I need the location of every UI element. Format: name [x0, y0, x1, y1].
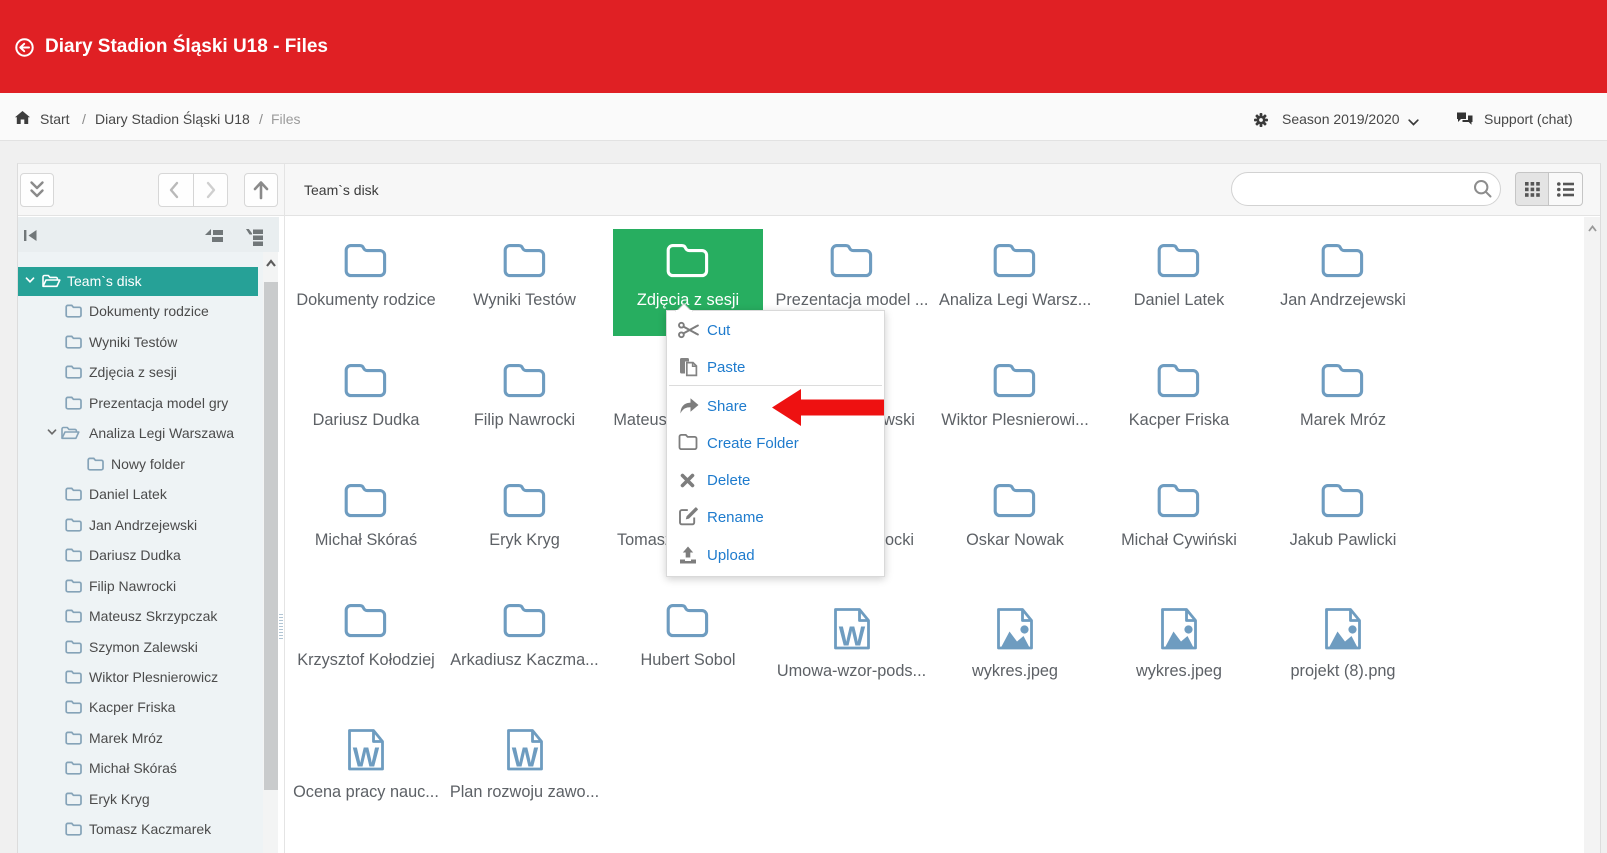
svg-text:W: W [511, 742, 538, 773]
svg-text:W: W [353, 742, 380, 773]
svg-text:W: W [838, 621, 865, 652]
